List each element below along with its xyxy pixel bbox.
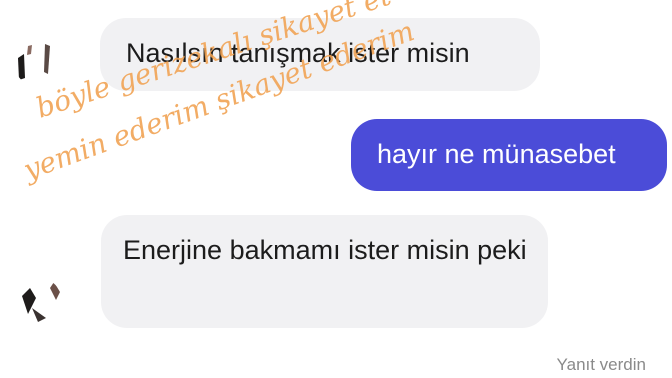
reply-status-text: Yanıt verdin (556, 355, 646, 374)
incoming-message[interactable]: Enerjine bakmamı ister misin peki (101, 215, 548, 328)
avatar-image (22, 282, 60, 322)
message-text: Enerjine bakmamı ister misin peki (123, 235, 527, 265)
sender-avatar[interactable] (16, 278, 62, 324)
outgoing-message[interactable]: hayır ne münasebet (351, 119, 667, 191)
message-text: Nasılsın tanışmak ister misin (126, 38, 470, 68)
sender-avatar[interactable] (14, 40, 60, 86)
message-text: hayır ne münasebet (377, 139, 616, 169)
avatar-image (18, 44, 50, 80)
incoming-message[interactable]: Nasılsın tanışmak ister misin (100, 18, 540, 91)
